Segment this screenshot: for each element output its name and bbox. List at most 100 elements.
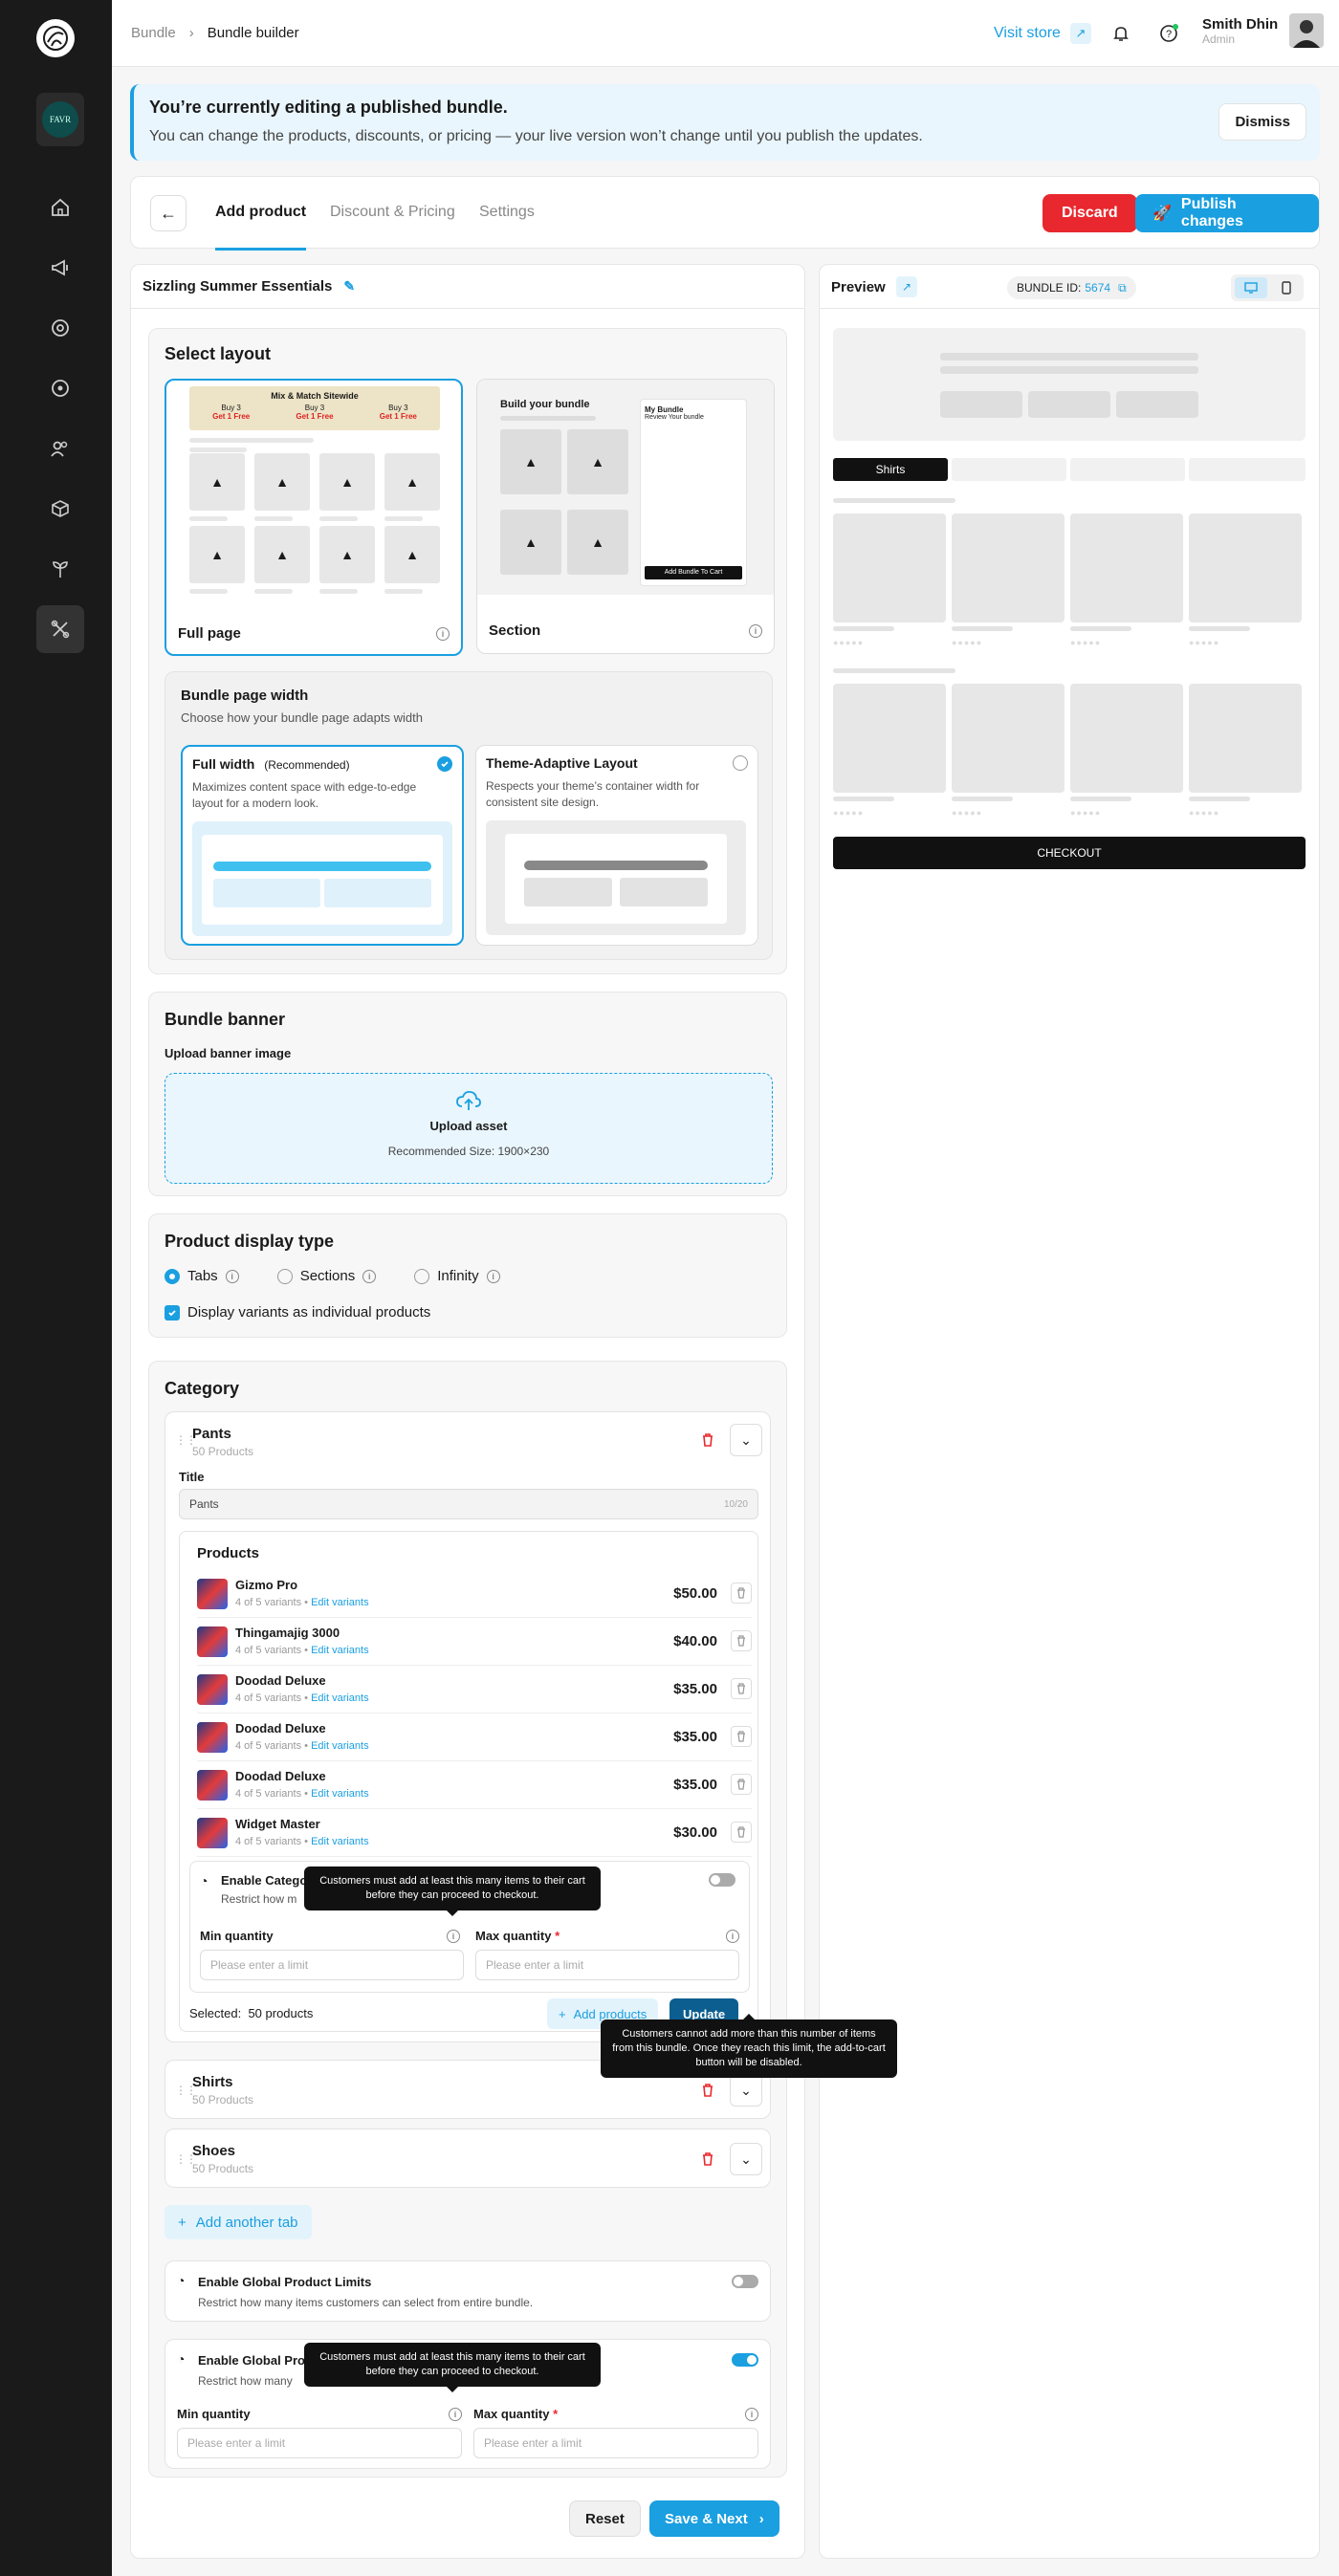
trash-icon[interactable] <box>731 1630 752 1651</box>
global-limits-toggle[interactable] <box>732 2275 758 2288</box>
category-limit-toggle[interactable] <box>709 1873 735 1887</box>
preview-tab[interactable] <box>1070 458 1185 481</box>
breadcrumb-root[interactable]: Bundle <box>131 25 176 41</box>
info-icon[interactable]: i <box>436 627 450 641</box>
chevron-down-icon[interactable]: ⌄ <box>730 1424 762 1456</box>
megaphone-icon[interactable] <box>36 244 84 292</box>
display-option-infinity[interactable]: Infinity i <box>414 1268 500 1284</box>
users-icon[interactable] <box>36 425 84 472</box>
target-icon[interactable] <box>36 304 84 352</box>
trash-icon[interactable] <box>731 1822 752 1843</box>
max-quantity-input[interactable]: Please enter a limit <box>475 1950 739 1980</box>
info-icon[interactable]: i <box>362 1269 377 1283</box>
publish-button[interactable]: 🚀 Publish changes <box>1135 194 1319 232</box>
preview-tab[interactable] <box>952 458 1066 481</box>
help-icon[interactable]: ? <box>1154 19 1183 48</box>
info-icon[interactable]: i <box>749 624 762 638</box>
global-min-input[interactable]: Please enter a limit <box>177 2428 462 2458</box>
product-row: Doodad Deluxe 4 of 5 variants • Edit vari… <box>197 1666 752 1714</box>
product-thumbnail <box>197 1722 228 1753</box>
trash-icon[interactable] <box>691 1424 724 1456</box>
home-icon[interactable] <box>36 184 84 231</box>
min-quantity-input[interactable]: Please enter a limit <box>200 1950 464 1980</box>
global-limits-2-toggle[interactable] <box>732 2353 758 2367</box>
circle-dot-icon[interactable] <box>36 364 84 412</box>
gauge-icon: ◔ <box>177 2273 186 2288</box>
global-limits-title: Enable Global Product Limits <box>198 2275 372 2289</box>
trash-icon[interactable] <box>691 2074 724 2107</box>
external-link-icon[interactable]: ↗ <box>896 276 917 297</box>
min-quantity-tooltip: Customers must add at least this many it… <box>304 1867 601 1916</box>
trash-icon[interactable] <box>731 1774 752 1795</box>
layout-full-page[interactable]: Mix & Match Sitewide Buy 3 Get 1 Free Buy… <box>165 379 463 656</box>
product-price: $35.00 <box>673 1729 717 1745</box>
layout-card: Select layout Mix & Match Sitewide Buy 3… <box>148 328 787 974</box>
breadcrumb-current: Bundle builder <box>207 25 299 41</box>
upload-dropzone[interactable]: Upload asset Recommended Size: 1900×230 <box>165 1073 773 1184</box>
discard-button[interactable]: Discard <box>1043 194 1137 232</box>
reset-button[interactable]: Reset <box>569 2500 641 2537</box>
mobile-icon[interactable] <box>1273 277 1300 298</box>
store-switcher[interactable]: FAVR <box>36 93 84 146</box>
trash-icon[interactable] <box>731 1678 752 1699</box>
bell-icon[interactable] <box>1107 19 1135 48</box>
logo-icon[interactable] <box>36 19 75 57</box>
copy-icon[interactable]: ⧉ <box>1118 281 1127 295</box>
gauge-icon: ◔ <box>177 2351 186 2367</box>
width-option-full[interactable]: Full width (Recommended) Maximizes conte… <box>181 745 464 946</box>
cloud-upload-icon <box>165 1089 772 1115</box>
display-type-title: Product display type <box>165 1232 335 1251</box>
edit-variants-link[interactable]: Edit variants <box>311 1740 369 1752</box>
box-icon[interactable] <box>36 485 84 533</box>
layout-section-label: Section <box>489 622 541 639</box>
preview-tab-shirts[interactable]: Shirts <box>833 458 948 481</box>
edit-variants-link[interactable]: Edit variants <box>311 1692 369 1704</box>
tools-icon[interactable] <box>36 605 84 653</box>
rocket-icon: 🚀 <box>1152 206 1172 222</box>
rating-stars-icon: ●●●●● <box>1070 638 1102 647</box>
edit-variants-link[interactable]: Edit variants <box>311 1597 369 1608</box>
product-price: $35.00 <box>673 1681 717 1697</box>
plant-icon[interactable] <box>36 545 84 593</box>
tab-add-product[interactable]: Add product <box>215 204 307 251</box>
global-max-input[interactable]: Please enter a limit <box>473 2428 758 2458</box>
tab-discount-pricing[interactable]: Discount & Pricing <box>330 204 455 221</box>
trash-icon[interactable] <box>731 1583 752 1604</box>
layout-section[interactable]: Build your bundle ▲ ▲ ▲ ▲ My Bundle Revi… <box>476 379 775 654</box>
global-limits-subtitle: Restrict how many items customers can se… <box>198 2296 534 2309</box>
trash-icon[interactable] <box>731 1726 752 1747</box>
save-next-button[interactable]: Save & Next › <box>649 2500 779 2537</box>
display-option-tabs[interactable]: Tabs i <box>165 1268 239 1284</box>
upload-label: Upload banner image <box>165 1046 292 1060</box>
category-title-input[interactable]: Pants 10/20 <box>179 1489 758 1519</box>
edit-variants-link[interactable]: Edit variants <box>311 1788 369 1800</box>
info-icon[interactable]: i <box>447 1930 460 1943</box>
info-icon[interactable]: i <box>726 1930 739 1943</box>
edit-variants-link[interactable]: Edit variants <box>311 1836 369 1847</box>
info-icon[interactable]: i <box>486 1269 500 1283</box>
chevron-down-icon[interactable]: ⌄ <box>730 2074 762 2107</box>
width-option-theme[interactable]: Theme-Adaptive Layout Respects your them… <box>475 745 758 946</box>
visit-store-link[interactable]: Visit store ↗ <box>994 23 1091 44</box>
info-icon[interactable]: i <box>449 2408 462 2421</box>
variants-checkbox[interactable]: Display variants as individual products <box>165 1304 430 1321</box>
trash-icon[interactable] <box>691 2143 724 2175</box>
info-icon[interactable]: i <box>745 2408 758 2421</box>
edit-variants-link[interactable]: Edit variants <box>311 1645 369 1656</box>
checkout-button[interactable]: CHECKOUT <box>833 837 1306 869</box>
chevron-down-icon[interactable]: ⌄ <box>730 2143 762 2175</box>
pencil-icon[interactable]: ✎ <box>343 278 355 295</box>
info-icon[interactable]: i <box>225 1269 239 1283</box>
user-menu[interactable]: Smith Dhin Admin <box>1202 13 1325 48</box>
tab-settings[interactable]: Settings <box>479 204 535 221</box>
add-another-tab-button[interactable]: + Add another tab <box>165 2205 312 2239</box>
desktop-icon[interactable] <box>1235 277 1267 298</box>
product-name: Thingamajig 3000 <box>235 1626 340 1640</box>
back-button[interactable]: ← <box>150 195 187 231</box>
chevron-right-icon: › <box>758 2510 764 2527</box>
dismiss-button[interactable]: Dismiss <box>1218 103 1306 141</box>
preview-tab[interactable] <box>1189 458 1306 481</box>
display-option-sections[interactable]: Sections i <box>276 1268 377 1284</box>
product-thumbnail <box>197 1674 228 1705</box>
category-shoes[interactable]: ⋮⋮ Shoes 50 Products ⌄ <box>165 2128 771 2188</box>
